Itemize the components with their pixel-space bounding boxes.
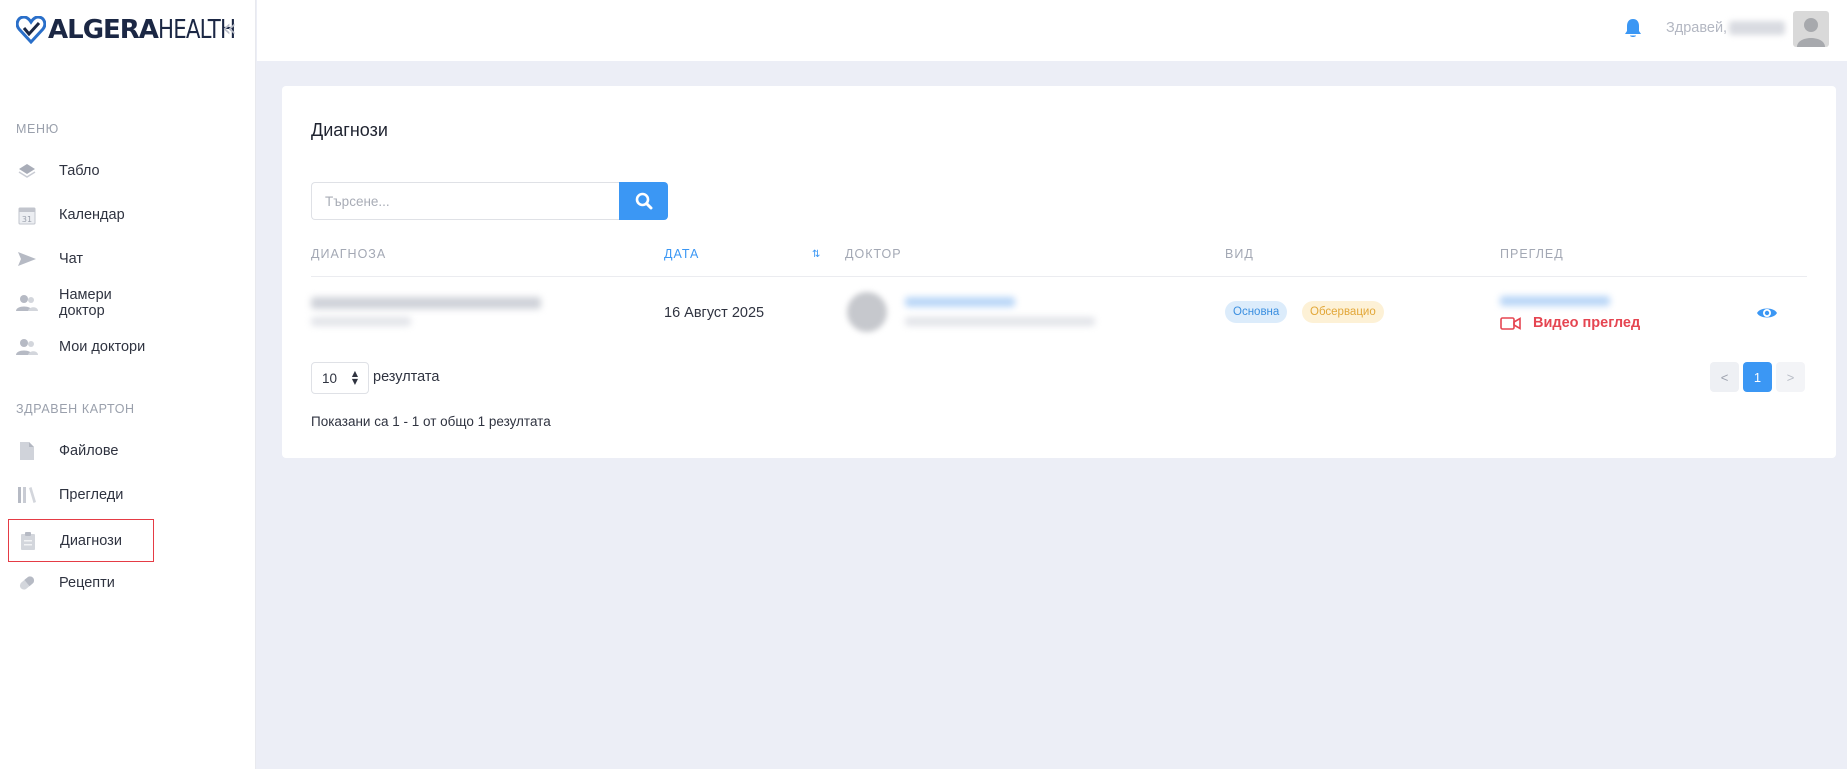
sidebar-item-label: Диагнози: [60, 532, 122, 549]
column-header-diagnosis[interactable]: ДИАГНОЗА: [311, 247, 386, 261]
collapse-sidebar-button[interactable]: «: [222, 16, 237, 40]
file-icon: [16, 440, 38, 462]
menu-section-title: МЕНЮ: [16, 122, 59, 136]
doctor-name-redacted-link[interactable]: [905, 297, 1015, 307]
clipboard-icon: [17, 530, 39, 552]
page-size-value: 10: [322, 370, 338, 386]
search-icon: [635, 192, 652, 210]
results-summary: Показани са 1 - 1 от общо 1 резултата: [311, 414, 551, 429]
video-exam-label: Видео преглед: [1533, 315, 1641, 331]
type-badge-primary: Основна: [1225, 301, 1288, 323]
sidebar-item-diagnoses[interactable]: Диагнози: [8, 519, 154, 562]
video-camera-icon: [1500, 316, 1521, 330]
view-eye-icon[interactable]: [1756, 305, 1778, 321]
sidebar-item-label: Файлове: [59, 443, 119, 459]
user-avatar-icon[interactable]: [1793, 11, 1829, 47]
sidebar-item-calendar[interactable]: 31 Календар: [8, 195, 154, 235]
sidebar-item-label: Календар: [59, 207, 125, 223]
search-button[interactable]: [619, 182, 668, 220]
sidebar-item-dashboard[interactable]: Табло: [8, 151, 154, 191]
logo-text-bold: ALGERA: [48, 15, 159, 45]
books-icon: [16, 484, 38, 506]
sidebar-item-my-doctors[interactable]: Мои доктори: [8, 327, 154, 367]
layers-icon: [16, 160, 38, 182]
diagnosis-code-redacted: [311, 317, 411, 326]
sidebar-item-prescriptions[interactable]: Рецепти: [8, 563, 154, 603]
sidebar-item-label: Табло: [59, 163, 100, 179]
greeting-text: Здравей,: [1666, 20, 1728, 36]
column-header-date[interactable]: ДАТА: [664, 247, 699, 261]
greeting: Здравей,: [1666, 20, 1786, 36]
page-size-label: резултата: [373, 369, 440, 385]
select-arrows-icon: ▲ ▼: [351, 369, 358, 386]
top-bar: [257, 0, 1847, 61]
diagnosis-name-redacted: [311, 297, 541, 309]
sidebar-item-label: Рецепти: [59, 575, 115, 591]
sidebar-item-label: Прегледи: [59, 487, 124, 503]
doctor-specialty-redacted: [905, 317, 1095, 326]
username-redacted: [1729, 21, 1786, 36]
type-badge-observation: Обсервацио: [1302, 301, 1384, 323]
diagnoses-card: Диагнози ДИАГНОЗА ДАТА ⇅ ДОКТОР ВИД ПРЕГ…: [282, 86, 1836, 458]
pagination-next-button[interactable]: >: [1776, 362, 1805, 392]
bell-icon[interactable]: [1623, 17, 1643, 39]
svg-text:31: 31: [22, 215, 32, 224]
doctor-avatar: [847, 292, 887, 332]
search-bar: [311, 182, 668, 220]
pagination-page-1[interactable]: 1: [1743, 362, 1772, 392]
exam-date-redacted-link[interactable]: [1500, 296, 1610, 306]
column-header-doctor[interactable]: ДОКТОР: [845, 247, 902, 261]
sidebar-item-find-doctor[interactable]: Намери доктор: [8, 283, 154, 323]
heart-logo-icon: [16, 16, 46, 44]
column-header-exam[interactable]: ПРЕГЛЕД: [1500, 247, 1564, 261]
sidebar-item-label: Мои доктори: [59, 339, 146, 355]
users-icon: [16, 336, 38, 358]
search-input[interactable]: [311, 182, 619, 220]
video-exam-link[interactable]: Видео преглед: [1500, 315, 1640, 331]
calendar-icon: 31: [16, 204, 38, 226]
column-header-type[interactable]: ВИД: [1225, 247, 1254, 261]
send-icon: [16, 248, 38, 270]
page-size-select[interactable]: 10 ▲ ▼: [311, 362, 369, 394]
sidebar-item-chat[interactable]: Чат: [8, 239, 154, 279]
sidebar-item-exams[interactable]: Прегледи: [8, 475, 154, 515]
users-icon: [16, 292, 38, 314]
sidebar-item-label: Чат: [59, 251, 84, 267]
health-record-section-title: ЗДРАВЕН КАРТОН: [16, 402, 135, 416]
sort-icon[interactable]: ⇅: [812, 249, 820, 260]
pill-icon: [16, 572, 38, 594]
page-title: Диагнози: [311, 120, 388, 140]
header-divider: [311, 276, 1807, 277]
date-cell: 16 Август 2025: [664, 305, 765, 321]
sidebar: ALGERA HEALTH « МЕНЮ Табло 31 Календар Ч…: [0, 0, 256, 769]
logo[interactable]: ALGERA HEALTH: [16, 12, 252, 48]
pagination-prev-button[interactable]: <: [1710, 362, 1739, 392]
sidebar-item-files[interactable]: Файлове: [8, 431, 154, 471]
sidebar-item-label: Намери доктор: [59, 287, 112, 319]
